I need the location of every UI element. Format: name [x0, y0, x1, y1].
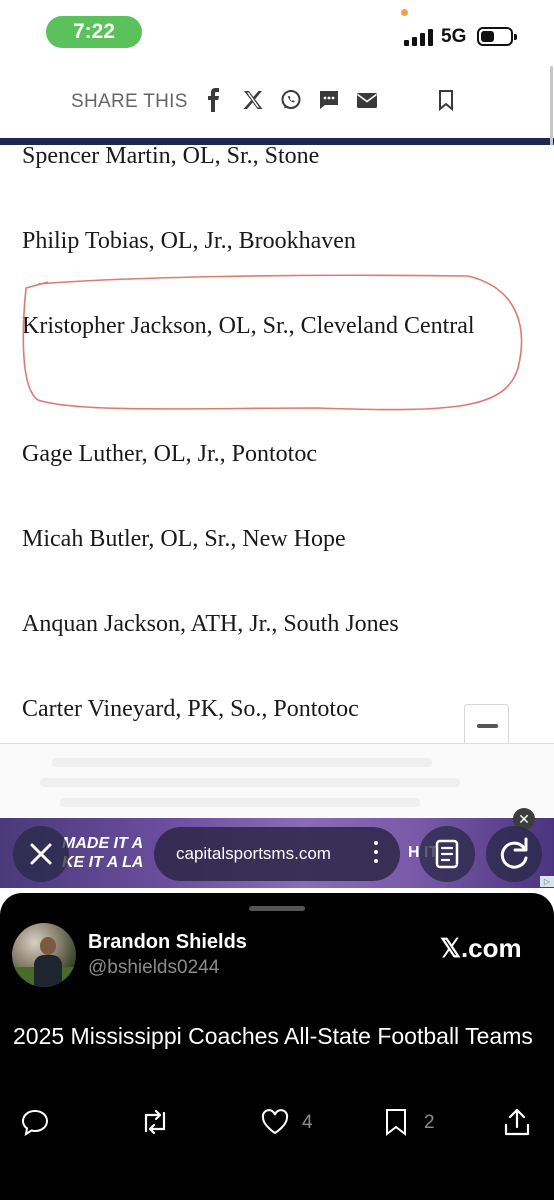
cellular-signal-icon [404, 29, 434, 46]
url-text: capitalsportsms.com [176, 844, 331, 863]
collapse-ad-button[interactable] [464, 704, 509, 744]
header-divider [0, 138, 554, 145]
x-logo-link[interactable]: 𝕏.com [440, 933, 522, 964]
list-item: Spencer Martin, OL, Sr., Stone [22, 145, 320, 169]
status-bar: 7:22 5G [0, 0, 554, 62]
reply-icon [21, 1109, 49, 1137]
author-name[interactable]: Brandon Shields [88, 931, 247, 954]
list-item: Kristopher Jackson, OL, Sr., Cleveland C… [22, 313, 475, 339]
reader-icon [435, 839, 459, 869]
bookmark-icon [386, 1109, 406, 1137]
whatsapp-icon[interactable] [279, 88, 303, 112]
more-options-icon[interactable] [374, 841, 378, 865]
sms-icon[interactable] [317, 88, 341, 112]
share-bar: SHARE THIS [0, 62, 554, 138]
bookmark-icon[interactable] [434, 88, 458, 112]
email-icon[interactable] [355, 88, 379, 112]
share-icon [504, 1108, 530, 1136]
status-time[interactable]: 7:22 [46, 16, 142, 48]
browser-toolbar: capitalsportsms.com [0, 826, 554, 882]
list-item: Micah Butler, OL, Sr., New Hope [22, 526, 346, 552]
reader-mode-button[interactable] [419, 826, 475, 882]
tweet-card[interactable]: Brandon Shields @bshields0244 𝕏.com 2025… [0, 893, 554, 1200]
avatar[interactable] [12, 923, 76, 987]
reload-button[interactable] [486, 826, 542, 882]
privacy-indicator-dot [401, 9, 408, 16]
list-item: Anquan Jackson, ATH, Jr., South Jones [22, 611, 399, 637]
sheet-grabber[interactable] [249, 906, 305, 911]
list-item: Philip Tobias, OL, Jr., Brookhaven [22, 228, 356, 254]
network-type: 5G [441, 26, 467, 47]
heart-icon [261, 1109, 289, 1135]
address-bar[interactable]: capitalsportsms.com [154, 827, 400, 881]
share-label: SHARE THIS [71, 91, 188, 112]
battery-icon [477, 27, 517, 46]
x-icon[interactable] [241, 88, 265, 112]
reload-icon [500, 837, 528, 869]
obscured-content [0, 744, 554, 818]
close-tab-button[interactable] [13, 826, 69, 882]
close-icon [30, 843, 52, 865]
list-item: Gage Luther, OL, Jr., Pontotoc [22, 441, 317, 467]
tweet-text: 2025 Mississippi Coaches All-State Footb… [13, 1023, 533, 1049]
author-handle[interactable]: @bshields0244 [88, 957, 219, 979]
list-item: Carter Vineyard, PK, So., Pontotoc [22, 696, 359, 722]
facebook-icon[interactable] [202, 88, 226, 112]
like-count: 4 [302, 1112, 313, 1133]
bookmark-count: 2 [424, 1112, 435, 1133]
repost-icon [144, 1109, 166, 1135]
article-content[interactable]: Spencer Martin, OL, Sr., Stone Philip To… [0, 145, 554, 743]
